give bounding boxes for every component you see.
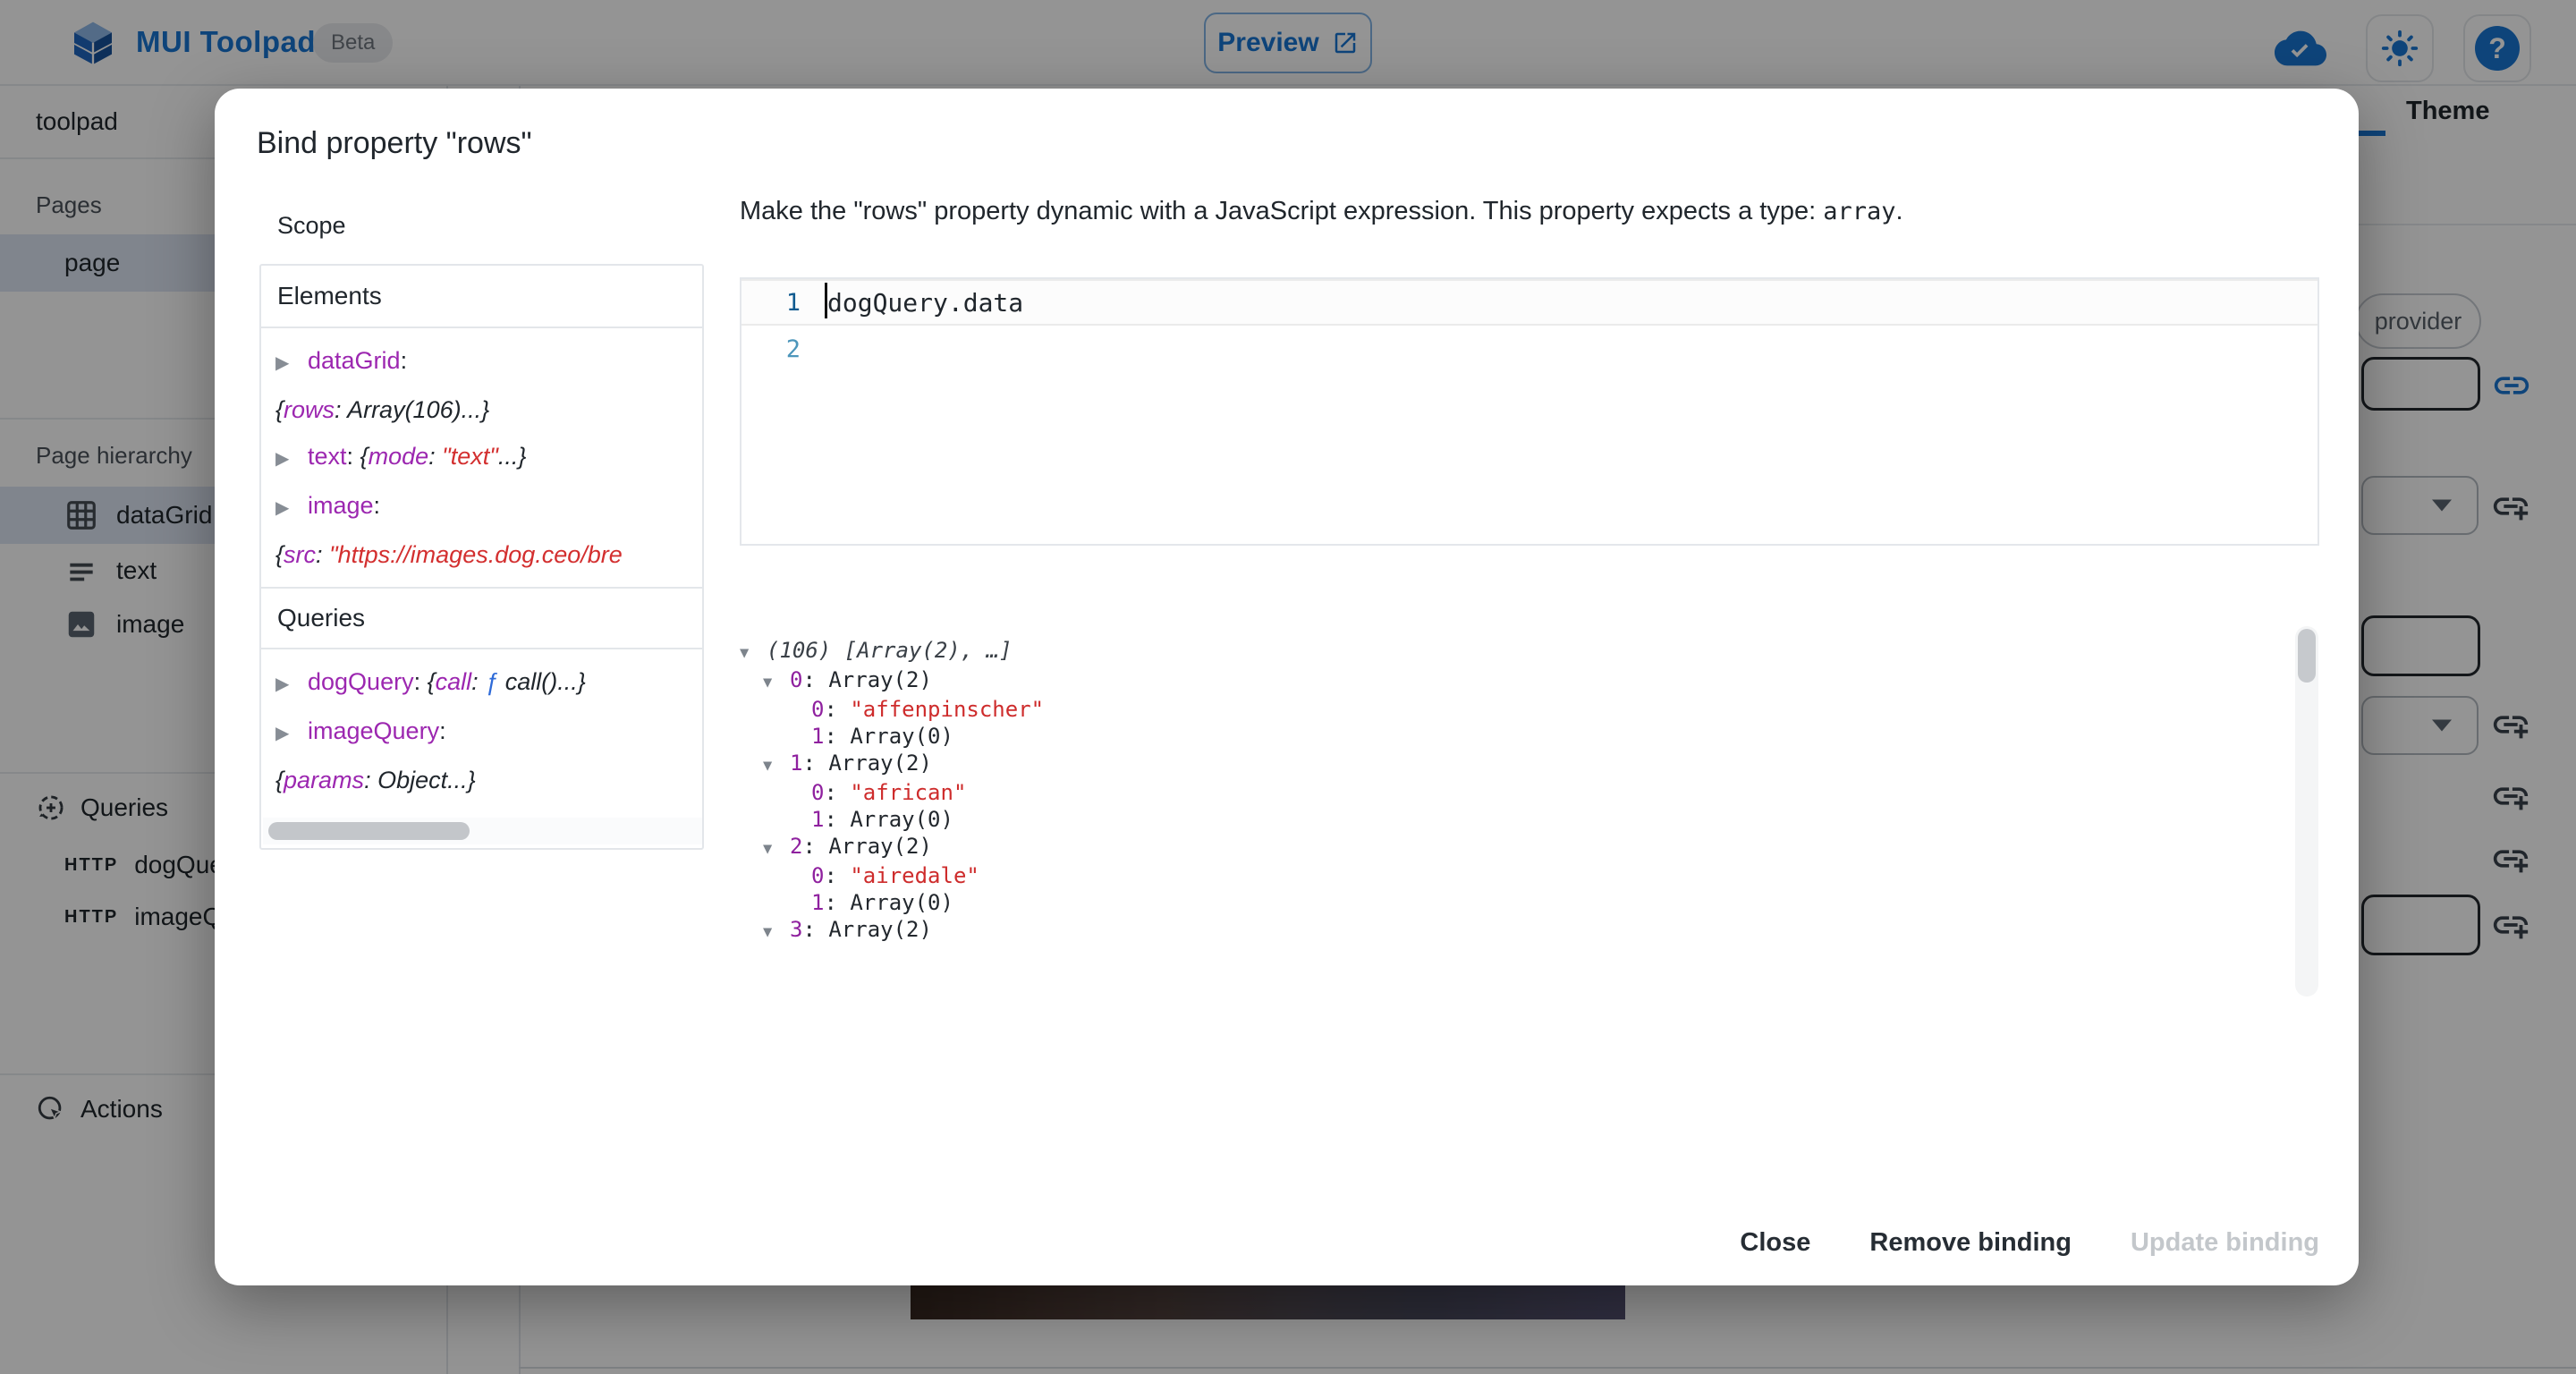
vertical-scrollbar[interactable] [2295, 626, 2318, 997]
horizontal-scrollbar[interactable] [263, 818, 702, 844]
tree-line: 1: Array(0) [740, 723, 2296, 750]
editor-line-2[interactable]: 2 [741, 326, 2318, 372]
tree-line: 0: "affenpinscher" [740, 696, 2296, 723]
dialog-title: Bind property "rows" [257, 126, 532, 161]
expected-type: array [1823, 198, 1895, 225]
tree-line: ▶imageQuery: [275, 708, 702, 757]
tree-collapsed-icon[interactable]: ▶ [275, 485, 308, 531]
tree-line: {params: Object...} [275, 757, 702, 803]
line-number: 2 [741, 335, 827, 363]
scope-panel: Elements ▶dataGrid:{rows: Array(106)...}… [259, 264, 704, 850]
tree-expanded-icon[interactable]: ▼ [763, 669, 790, 696]
tree-expanded-icon[interactable]: ▼ [763, 835, 790, 862]
line-number: 1 [741, 289, 827, 317]
binding-description: Make the "rows" property dynamic with a … [740, 197, 1903, 226]
tree-line: {src: "https://images.dog.ceo/bre [275, 531, 702, 578]
code-text: dogQuery.data [827, 288, 1023, 318]
queries-header: Queries [261, 587, 702, 649]
tree-line: ▶image: [275, 482, 702, 531]
tree-line: ▶dataGrid: [275, 337, 702, 386]
tree-line: ▼1: Array(2) [740, 750, 2296, 779]
tree-line: 0: "african" [740, 779, 2296, 806]
close-button[interactable]: Close [1720, 1217, 1830, 1268]
tree-line: ▼0: Array(2) [740, 666, 2296, 696]
scrollbar-thumb[interactable] [2298, 629, 2316, 683]
tree-line: ▼3: Array(2) [740, 916, 2296, 946]
remove-binding-button[interactable]: Remove binding [1850, 1217, 2091, 1268]
tree-line: ▶dogQuery: {call: ƒ call()...} [275, 658, 702, 708]
description-period: . [1895, 197, 1902, 225]
code-editor[interactable]: 1 dogQuery.data 2 [740, 277, 2319, 546]
dialog-footer: Close Remove binding Update binding [1720, 1217, 2339, 1268]
tree-line: ▼2: Array(2) [740, 833, 2296, 862]
tree-line: {rows: Array(106)...} [275, 386, 702, 433]
tree-collapsed-icon[interactable]: ▶ [275, 340, 308, 386]
tree-line: 1: Array(0) [740, 806, 2296, 833]
elements-header: Elements [261, 266, 702, 328]
tree-expanded-icon[interactable]: ▼ [763, 919, 790, 946]
tree-collapsed-icon[interactable]: ▶ [275, 710, 308, 757]
description-text: Make the "rows" property dynamic with a … [740, 197, 1823, 225]
update-binding-button[interactable]: Update binding [2111, 1217, 2339, 1268]
tree-expanded-icon[interactable]: ▼ [740, 640, 767, 666]
text-cursor [825, 283, 827, 318]
scrollbar-thumb[interactable] [268, 822, 470, 840]
tree-line: ▶text: {mode: "text"...} [275, 433, 702, 482]
tree-collapsed-icon[interactable]: ▶ [275, 661, 308, 708]
tree-expanded-icon[interactable]: ▼ [763, 752, 790, 779]
tree-collapsed-icon[interactable]: ▶ [275, 436, 308, 482]
elements-tree[interactable]: ▶dataGrid:{rows: Array(106)...}▶text: {m… [261, 328, 702, 587]
bind-property-dialog: Bind property "rows" Scope Elements ▶dat… [215, 89, 2359, 1285]
queries-tree[interactable]: ▶dogQuery: {call: ƒ call()...}▶imageQuer… [261, 649, 702, 812]
scope-label: Scope [277, 212, 346, 240]
tree-line: 0: "airedale" [740, 862, 2296, 889]
tree-line: 1: Array(0) [740, 889, 2296, 916]
tree-line: ▼(106) [Array(2), …] [740, 637, 2296, 666]
editor-line-1[interactable]: 1 dogQuery.data [741, 279, 2318, 326]
evaluation-result-tree[interactable]: ▼(106) [Array(2), …]▼0: Array(2)0: "affe… [740, 626, 2296, 997]
